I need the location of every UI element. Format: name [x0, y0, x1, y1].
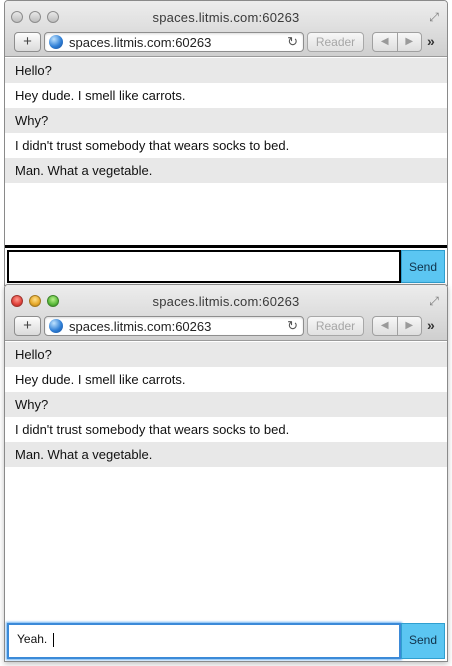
url-text: spaces.litmis.com:60263: [69, 35, 212, 50]
chat-input-bar: Send: [5, 245, 447, 285]
new-tab-button[interactable]: +: [14, 316, 41, 336]
message-item: Hey dude. I smell like carrots.: [5, 367, 447, 392]
message-list: Hello? Hey dude. I smell like carrots. W…: [5, 342, 447, 467]
forward-icon[interactable]: ▶: [396, 33, 422, 51]
message-item: Man. What a vegetable.: [5, 442, 447, 467]
globe-icon: [49, 35, 63, 49]
message-item: Why?: [5, 108, 447, 133]
title-bar: spaces.litmis.com:60263 ⤢ + spaces.litmi…: [5, 285, 447, 341]
forward-icon[interactable]: ▶: [396, 317, 422, 335]
message-list: Hello? Hey dude. I smell like carrots. W…: [5, 58, 447, 183]
window-title: spaces.litmis.com:60263: [152, 10, 300, 25]
new-tab-button[interactable]: +: [14, 32, 41, 52]
chat-input-bar: Yeah. Send: [5, 621, 447, 661]
message-item: I didn't trust somebody that wears socks…: [5, 133, 447, 158]
fullscreen-icon[interactable]: ⤢: [427, 10, 441, 24]
chat-input[interactable]: Yeah.: [7, 623, 401, 659]
message-item: I didn't trust somebody that wears socks…: [5, 417, 447, 442]
message-item: Hey dude. I smell like carrots.: [5, 83, 447, 108]
chat-input-value: Yeah.: [17, 632, 51, 646]
message-item: Hello?: [5, 342, 447, 367]
more-toolbar-icon[interactable]: »: [427, 317, 435, 333]
reader-button[interactable]: Reader: [307, 316, 364, 336]
send-button[interactable]: Send: [401, 250, 445, 283]
url-text: spaces.litmis.com:60263: [69, 319, 212, 334]
reader-button[interactable]: Reader: [307, 32, 364, 52]
send-button[interactable]: Send: [401, 623, 445, 659]
text-caret: [52, 632, 54, 647]
chat-input[interactable]: [7, 250, 401, 283]
browser-toolbar: + spaces.litmis.com:60263 ↻ Reader ◀ ▶ »: [5, 314, 447, 338]
globe-icon: [49, 319, 63, 333]
address-bar[interactable]: spaces.litmis.com:60263 ↻: [44, 32, 304, 52]
message-item: Why?: [5, 392, 447, 417]
history-nav: ◀ ▶: [372, 316, 422, 336]
reload-icon[interactable]: ↻: [287, 318, 298, 334]
browser-window-front: spaces.litmis.com:60263 ⤢ + spaces.litmi…: [4, 284, 448, 662]
address-bar[interactable]: spaces.litmis.com:60263 ↻: [44, 316, 304, 336]
browser-toolbar: + spaces.litmis.com:60263 ↻ Reader ◀ ▶ »: [5, 30, 447, 54]
fullscreen-icon[interactable]: ⤢: [427, 294, 441, 308]
message-item: Man. What a vegetable.: [5, 158, 447, 183]
back-icon[interactable]: ◀: [373, 317, 397, 335]
history-nav: ◀ ▶: [372, 32, 422, 52]
title-bar: spaces.litmis.com:60263 ⤢ + spaces.litmi…: [5, 1, 447, 57]
back-icon[interactable]: ◀: [373, 33, 397, 51]
more-toolbar-icon[interactable]: »: [427, 33, 435, 49]
message-item: Hello?: [5, 58, 447, 83]
browser-window-back: spaces.litmis.com:60263 ⤢ + spaces.litmi…: [4, 0, 448, 286]
reload-icon[interactable]: ↻: [287, 34, 298, 50]
window-title: spaces.litmis.com:60263: [152, 294, 300, 309]
